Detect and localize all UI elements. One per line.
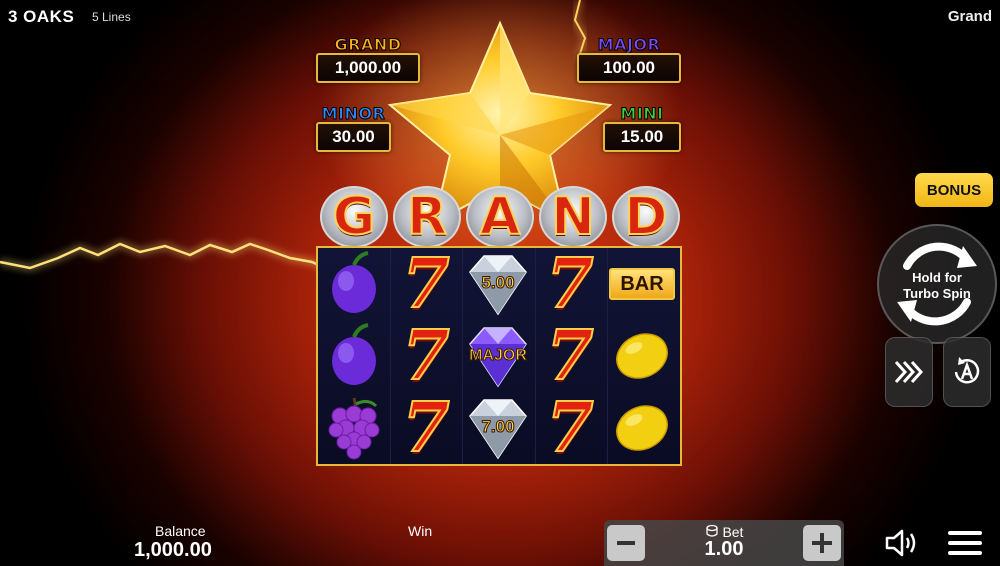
spin-hint-line1: Hold for <box>912 270 962 285</box>
diamond-major-label: MAJOR <box>469 347 528 365</box>
grapes-symbol <box>318 392 390 464</box>
game-stage: 3 OAKS 5 Lines Grand GRAND 1,000.00 MAJO… <box>0 0 1000 566</box>
jackpot-major: MAJOR 100.00 <box>577 35 681 83</box>
bet-panel: Bet 1.00 <box>604 520 844 566</box>
diamond-major-symbol: MAJOR <box>462 320 534 392</box>
bar-label: BAR <box>609 268 675 300</box>
seven-symbol: 7 <box>390 392 462 464</box>
diamond-value-symbol: 7.00 <box>462 392 534 464</box>
menu-button[interactable] <box>946 528 984 558</box>
speaker-icon <box>885 529 916 557</box>
balance-value: 1,000.00 <box>134 539 212 561</box>
grand-letter-coin: R <box>393 186 461 248</box>
plum-icon <box>332 251 376 313</box>
plum-symbol <box>318 320 390 392</box>
game-title: 3 OAKS <box>8 7 75 26</box>
jackpot-minor: MINOR 30.00 <box>316 104 391 152</box>
lemon-symbol <box>606 320 678 392</box>
seven-symbol: 7 <box>390 320 462 392</box>
jackpot-minor-value: 30.00 <box>316 122 391 152</box>
grand-letter: R <box>406 187 448 247</box>
seven-symbol: 7 <box>390 248 462 320</box>
bonus-button[interactable]: BONUS <box>915 173 993 207</box>
grand-letters: G R A N D <box>320 186 680 248</box>
jackpot-mini: MINI 15.00 <box>603 104 681 152</box>
jackpot-grand-label: GRAND <box>334 35 402 55</box>
jackpot-major-label: MAJOR <box>597 35 661 55</box>
grand-letter-coin: G <box>320 186 388 248</box>
grapes-icon <box>328 397 380 460</box>
autoplay-button[interactable] <box>943 337 991 407</box>
grand-letter-coin: N <box>539 186 607 248</box>
seven-glyph: 7 <box>401 244 450 324</box>
spin-hint-line2: Turbo Spin <box>903 286 971 301</box>
seven-glyph: 7 <box>545 244 594 324</box>
plum-symbol <box>318 248 390 320</box>
grand-letter-coin: A <box>466 186 534 248</box>
diamond-value: 7.00 <box>481 417 515 437</box>
bar-symbol: BAR <box>606 248 678 320</box>
grand-letter-coin: D <box>612 186 680 248</box>
win-label: Win <box>408 523 433 539</box>
jackpot-mini-value: 15.00 <box>603 122 681 152</box>
lemon-symbol <box>606 392 678 464</box>
grand-letter: G <box>332 187 377 247</box>
turbo-button[interactable] <box>885 337 933 407</box>
diamond-value: 5.00 <box>481 273 515 293</box>
autoplay-icon <box>954 357 980 384</box>
seven-symbol: 7 <box>534 392 606 464</box>
sound-button[interactable] <box>884 526 920 560</box>
hamburger-menu-icon <box>948 531 982 555</box>
jackpot-mini-label: MINI <box>620 104 664 124</box>
balance-label: Balance <box>155 523 206 539</box>
grand-letter: D <box>623 187 668 247</box>
jackpot-minor-label: MINOR <box>321 104 386 124</box>
diamond-value-symbol: 5.00 <box>462 248 534 320</box>
grand-letter: N <box>550 187 596 247</box>
bet-increase-button[interactable] <box>803 525 841 561</box>
seven-symbol: 7 <box>534 248 606 320</box>
seven-glyph: 7 <box>401 388 450 468</box>
current-game-name: Grand <box>947 8 992 25</box>
jackpot-major-value: 100.00 <box>577 53 681 83</box>
reels-grid: 7 7 7 5.00 MAJOR 7.00 7 7 7 BAR <box>316 246 682 466</box>
seven-glyph: 7 <box>545 388 594 468</box>
lemon-icon <box>616 405 668 451</box>
jackpot-grand-value: 1,000.00 <box>316 53 420 83</box>
lines-count: 5 Lines <box>92 10 131 24</box>
spin-hint: Hold for Turbo Spin <box>879 270 995 302</box>
spin-button[interactable]: Hold for Turbo Spin <box>877 224 997 344</box>
seven-glyph: 7 <box>401 316 450 396</box>
fast-forward-icon <box>894 360 924 384</box>
grand-letter: A <box>479 187 521 247</box>
lemon-icon <box>616 333 668 379</box>
jackpot-grand: GRAND 1,000.00 <box>316 35 420 83</box>
plum-icon <box>332 323 376 385</box>
seven-symbol: 7 <box>534 320 606 392</box>
seven-glyph: 7 <box>545 316 594 396</box>
plus-icon <box>812 533 832 553</box>
